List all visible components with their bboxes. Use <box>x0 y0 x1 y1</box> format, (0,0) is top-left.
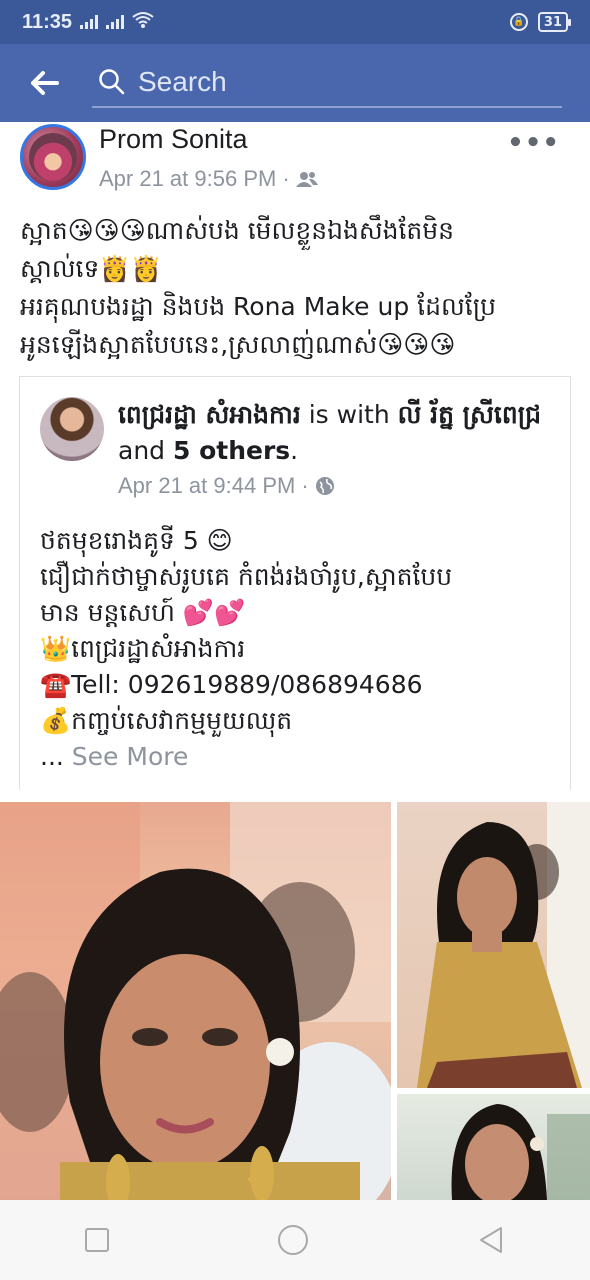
photo-side-top[interactable] <box>397 802 590 1088</box>
system-nav-bar <box>0 1200 590 1280</box>
post-meta: Apr 21 at 9:56 PM · <box>99 166 318 192</box>
shared-post[interactable]: ពេជ្ររដ្ឋា សំអាងការ is with លី រ័ត្ន ស្រ… <box>19 376 571 790</box>
shared-author[interactable]: ពេជ្ររដ្ឋា សំអាងការ <box>118 400 301 429</box>
shared-date[interactable]: Apr 21 at 9:44 PM <box>118 473 295 499</box>
shared-avatar[interactable] <box>40 397 104 461</box>
home-icon[interactable] <box>277 1225 308 1255</box>
shared-body: ថតមុខរោងគូទី 5 😊 ជឿជាក់ថាម្ចាស់រូបគេ កំព… <box>40 523 560 775</box>
body-line: 💰កញ្ចប់សេវាកម្មមួយឈុត <box>40 706 293 735</box>
post-date[interactable]: Apr 21 at 9:56 PM <box>99 166 276 192</box>
shared-author-line: ពេជ្ររដ្ឋា សំអាងការ is with លី រ័ត្ន ស្រ… <box>118 397 558 469</box>
body-line: ជឿជាក់ថាម្ចាស់រូបគេ កំពង់រងចាំរូប,ស្អាតប… <box>40 562 453 591</box>
body-line: 👑ពេជ្ររដ្ឋាសំអាងការ <box>40 634 246 663</box>
back-icon[interactable] <box>477 1225 505 1255</box>
recent-apps-icon[interactable] <box>84 1228 109 1252</box>
battery-level: 31 <box>543 14 562 30</box>
wifi-icon <box>132 11 154 33</box>
post-author[interactable]: Prom Sonita <box>99 124 248 155</box>
more-options-icon[interactable]: ••• <box>507 128 560 158</box>
avatar[interactable] <box>20 124 86 190</box>
photo-grid <box>0 802 590 1200</box>
see-more-link[interactable]: See More <box>72 742 189 771</box>
with-text: is with <box>300 400 398 429</box>
back-button[interactable] <box>0 44 90 122</box>
body-line: ថតមុខរោងគូទី 5 😊 <box>40 526 233 555</box>
caption-line: អូនឡើងស្អាតបែបនេះ,ស្រលាញ់ណាស់😘😘😘 <box>20 330 456 359</box>
photo-side-bottom[interactable] <box>397 1094 590 1200</box>
see-more-row: ... See More <box>40 739 560 775</box>
photo-main[interactable] <box>0 802 391 1200</box>
battery-icon: 31 <box>537 12 572 32</box>
globe-icon <box>315 477 334 495</box>
and-text: and <box>118 436 173 465</box>
others-link[interactable]: 5 others <box>173 436 290 465</box>
app-header <box>0 44 590 122</box>
post-header: Prom Sonita Apr 21 at 9:56 PM · ••• <box>0 122 590 200</box>
body-line: ☎️Tell: 092619889/086894686 <box>40 670 423 699</box>
body-line: មាន មន្តសេហ៍ 💕💕 <box>40 598 246 627</box>
shared-meta: Apr 21 at 9:44 PM · <box>118 473 335 499</box>
status-time: 11:35 <box>22 10 73 33</box>
signal-icon <box>80 15 99 29</box>
caption-line: ស្អាត😘😘😘ណាស់បង មើលខ្លួនឯងសឹងតែមិន <box>20 216 455 245</box>
friends-icon <box>295 172 318 187</box>
search-bar[interactable] <box>92 58 562 108</box>
end-punct: . <box>290 436 299 465</box>
lock-icon: 🔒 <box>509 13 528 31</box>
signal-icon <box>106 15 125 29</box>
caption-line: ស្គាល់ទេ👸👸 <box>20 254 162 283</box>
ellipsis: ... <box>40 742 72 771</box>
arrow-left-icon <box>31 71 59 95</box>
search-icon <box>99 69 125 95</box>
caption-line: អរគុណបងរដ្ឋា និងបង Rona Make up ដែលប្រែ <box>20 292 497 321</box>
tagged-person[interactable]: លី រ័ត្ន ស្រីពេជ្រ <box>398 400 541 429</box>
post-caption: ស្អាត😘😘😘ណាស់បង មើលខ្លួនឯងសឹងតែមិន ស្គាល់… <box>20 212 575 364</box>
search-input[interactable] <box>138 66 538 98</box>
status-bar: 11:35 🔒 31 <box>0 0 590 44</box>
